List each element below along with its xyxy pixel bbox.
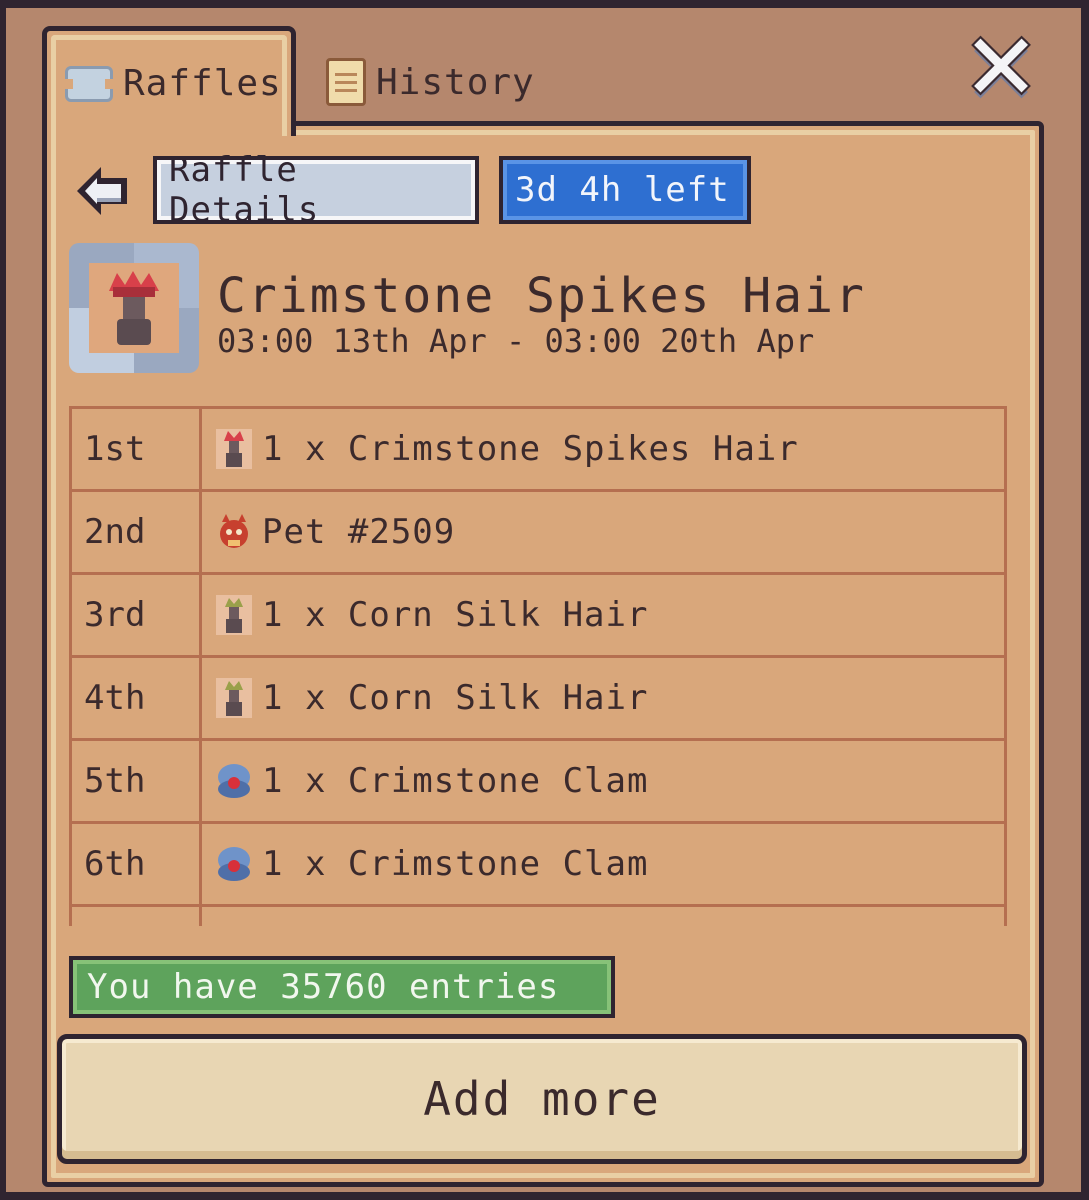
raffle-dates: 03:00 13th Apr - 03:00 20th Apr (217, 322, 815, 360)
prize-label: 1 x Crimstone Clam (262, 761, 649, 801)
prize-rank: 6th (72, 824, 202, 904)
add-more-button[interactable]: Add more (57, 1034, 1027, 1164)
tab-raffles[interactable]: Raffles (42, 26, 296, 136)
prize-row (72, 907, 1004, 926)
prize-rank: 3rd (72, 575, 202, 655)
prize-label: 1 x Crimstone Clam (262, 844, 649, 884)
raffle-details-label: Raffle Details (153, 150, 479, 230)
prize-description (202, 907, 1004, 926)
prize-description: 1 x Crimstone Clam (202, 741, 1004, 821)
entries-badge: You have 35760 entries (69, 956, 615, 1018)
back-arrow-icon[interactable] (73, 162, 133, 220)
prize-rank: 5th (72, 741, 202, 821)
raffle-details-panel: Raffle Details 3d 4h left Crimstone Spik… (42, 121, 1044, 1187)
prize-rank: 2nd (72, 492, 202, 572)
tab-history[interactable]: History (300, 44, 560, 120)
prize-rank: 1st (72, 409, 202, 489)
prize-description: 1 x Corn Silk Hair (202, 658, 1004, 738)
hair-icon (216, 595, 252, 635)
tab-raffles-label: Raffles (123, 63, 282, 104)
prize-table[interactable]: 1st 1 x Crimstone Spikes Hair 2nd Pet #2… (69, 406, 1007, 926)
prize-description: 1 x Corn Silk Hair (202, 575, 1004, 655)
prize-row: 1st 1 x Crimstone Spikes Hair (72, 409, 1004, 492)
prize-label: 1 x Crimstone Spikes Hair (262, 429, 799, 469)
hair-icon (216, 678, 252, 718)
prize-label: 1 x Corn Silk Hair (262, 678, 649, 718)
time-left-badge: 3d 4h left (499, 156, 751, 224)
item-thumbnail (69, 243, 199, 373)
prize-description: Pet #2509 (202, 492, 1004, 572)
hair-icon (216, 429, 252, 469)
prize-row: 3rd 1 x Corn Silk Hair (72, 575, 1004, 658)
prize-row: 5th 1 x Crimstone Clam (72, 741, 1004, 824)
prize-row: 4th 1 x Corn Silk Hair (72, 658, 1004, 741)
prize-row: 2nd Pet #2509 (72, 492, 1004, 575)
prize-label: Pet #2509 (262, 512, 456, 552)
prize-row: 6th 1 x Crimstone Clam (72, 824, 1004, 907)
clam-icon (218, 764, 250, 798)
close-icon[interactable]: ✕ (960, 22, 1042, 114)
pet-icon (220, 514, 248, 548)
item-title: Crimstone Spikes Hair (217, 268, 866, 324)
prize-rank (72, 907, 202, 926)
tab-history-label: History (376, 61, 535, 103)
hair-icon (109, 271, 159, 345)
scroll-icon (326, 58, 366, 106)
prize-rank: 4th (72, 658, 202, 738)
prize-description: 1 x Crimstone Clam (202, 824, 1004, 904)
clam-icon (218, 847, 250, 881)
ticket-icon (65, 65, 113, 102)
prize-label: 1 x Corn Silk Hair (262, 595, 649, 635)
prize-description: 1 x Crimstone Spikes Hair (202, 409, 1004, 489)
